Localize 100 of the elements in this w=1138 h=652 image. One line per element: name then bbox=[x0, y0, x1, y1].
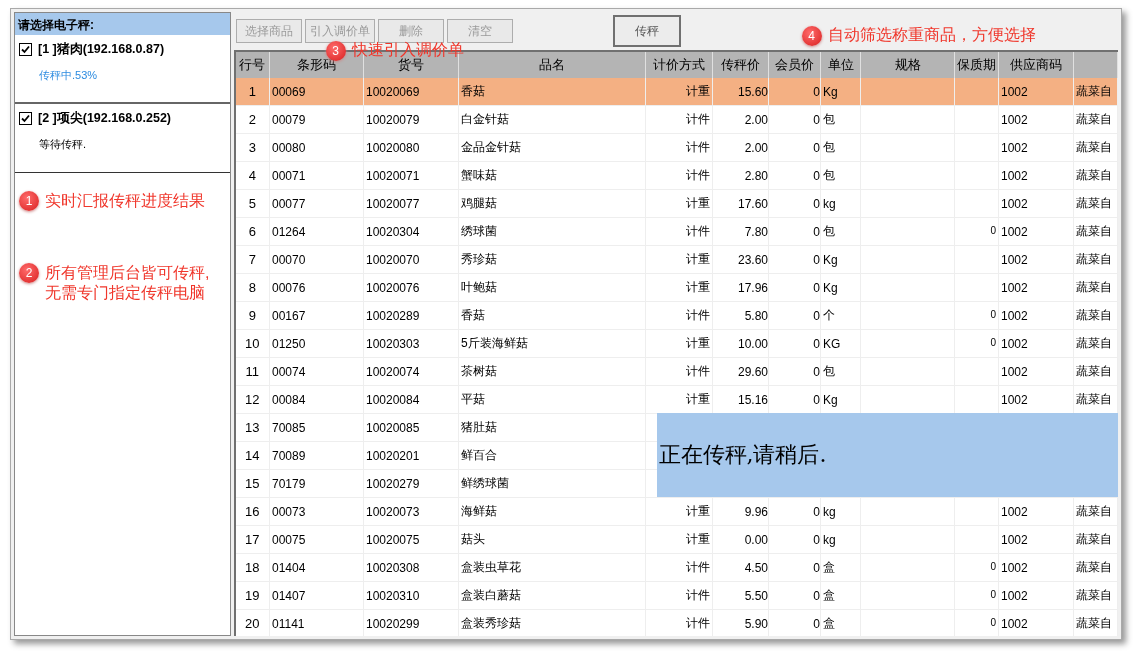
price-cell: 2.00 bbox=[744, 140, 768, 155]
table-row[interactable]: 11 00074 10020074 茶树菇 计件 29.60 0 包 1002 蔬菜自 bbox=[235, 357, 1118, 386]
price-cell: 2.00 bbox=[744, 112, 768, 127]
product-name-cell: 鲜百合 bbox=[461, 448, 497, 462]
unit-cell: 盒 bbox=[823, 560, 835, 574]
barcode-cell: 00076 bbox=[272, 280, 306, 295]
barcode-cell: 00069 bbox=[272, 84, 306, 99]
pricing-method-cell: 计件 bbox=[686, 560, 710, 574]
member-price-cell: 0 bbox=[813, 504, 820, 519]
send-button[interactable]: 传秤 bbox=[612, 15, 681, 47]
column-header[interactable]: 传秤价 bbox=[712, 52, 769, 78]
product-name-cell: 盒装秀珍菇 bbox=[461, 616, 521, 630]
product-name-cell: 猪肚菇 bbox=[461, 420, 497, 434]
table-row[interactable]: 5 00077 10020077 鸡腿菇 计重 17.60 0 kg 1002 蔬菜自 bbox=[235, 189, 1118, 218]
checkbox[interactable] bbox=[19, 43, 32, 56]
annotation-text: 实时汇报传秤进度结果 bbox=[45, 191, 205, 211]
row-number: 2 bbox=[248, 112, 256, 127]
pricing-method-cell: 计件 bbox=[686, 588, 710, 602]
scale-label: [1 ]猪肉(192.168.0.87) bbox=[38, 41, 165, 58]
price-cell: 0.00 bbox=[744, 532, 768, 547]
category-cell: 蔬菜自 bbox=[1076, 336, 1112, 350]
table-row[interactable]: 6 01264 10020304 绣球菌 计件 7.80 0 包 0 1002 蔬菜自 bbox=[235, 217, 1118, 246]
barcode-cell: 01250 bbox=[272, 336, 306, 351]
unit-cell: 包 bbox=[823, 112, 835, 126]
barcode-cell: 01264 bbox=[272, 224, 306, 239]
category-cell: 蔬菜自 bbox=[1076, 532, 1112, 546]
item-code-cell: 10020080 bbox=[366, 140, 420, 155]
shelf-life-cell: 0 bbox=[990, 308, 996, 320]
product-name-cell: 鸡腿菇 bbox=[461, 196, 497, 210]
column-header[interactable]: 计价方式 bbox=[645, 52, 713, 78]
column-header[interactable]: 会员价 bbox=[768, 52, 821, 78]
barcode-cell: 01407 bbox=[272, 588, 306, 603]
product-name-cell: 白金针菇 bbox=[461, 112, 509, 126]
column-header[interactable]: 单位 bbox=[820, 52, 861, 78]
table-row[interactable]: 17 00075 10020075 菇头 计重 0.00 0 kg 1002 蔬菜自 bbox=[235, 525, 1118, 554]
table-row[interactable]: 9 00167 10020289 香菇 计件 5.80 0 个 0 1002 蔬菜自 bbox=[235, 301, 1118, 330]
item-code-cell: 10020310 bbox=[366, 588, 420, 603]
category-cell: 蔬菜自 bbox=[1076, 280, 1112, 294]
pricing-method-cell: 计重 bbox=[686, 532, 710, 546]
table-row[interactable]: 18 01404 10020308 盒装虫草花 计件 4.50 0 盒 0 1002 蔬菜自 bbox=[235, 553, 1118, 582]
price-cell: 2.80 bbox=[744, 168, 768, 183]
unit-cell: 盒 bbox=[823, 588, 835, 602]
column-header[interactable]: 保质期 bbox=[954, 52, 999, 78]
item-code-cell: 10020077 bbox=[366, 196, 420, 211]
item-code-cell: 10020069 bbox=[366, 84, 420, 99]
unit-cell: Kg bbox=[823, 84, 838, 99]
table-row[interactable]: 7 00070 10020070 秀珍菇 计重 23.60 0 Kg 1002 蔬菜自 bbox=[235, 245, 1118, 274]
column-header[interactable]: 行号 bbox=[235, 52, 270, 78]
category-cell: 蔬菜自 bbox=[1076, 196, 1112, 210]
barcode-cell: 00080 bbox=[272, 140, 306, 155]
pricing-method-cell: 计件 bbox=[686, 616, 710, 630]
product-name-cell: 盒装白蘑菇 bbox=[461, 588, 521, 602]
row-number: 4 bbox=[248, 168, 256, 183]
unit-cell: 包 bbox=[823, 364, 835, 378]
number-badge: 1 bbox=[19, 191, 39, 211]
table-row[interactable]: 8 00076 10020076 叶鲍菇 计重 17.96 0 Kg 1002 蔬菜自 bbox=[235, 273, 1118, 302]
row-number: 19 bbox=[245, 588, 260, 603]
pricing-method-cell: 计重 bbox=[686, 336, 710, 350]
pricing-method-cell: 计件 bbox=[686, 112, 710, 126]
checkbox[interactable] bbox=[19, 112, 32, 125]
shelf-life-cell: 0 bbox=[990, 588, 996, 600]
category-cell: 蔬菜自 bbox=[1076, 308, 1112, 322]
product-name-cell: 菇头 bbox=[461, 532, 485, 546]
category-cell: 蔬菜自 bbox=[1076, 168, 1112, 182]
pricing-method-cell: 计件 bbox=[686, 308, 710, 322]
row-number: 16 bbox=[245, 504, 260, 519]
row-number: 10 bbox=[245, 336, 260, 351]
shelf-life-cell: 0 bbox=[990, 616, 996, 628]
category-cell: 蔬菜自 bbox=[1076, 560, 1112, 574]
pricing-method-cell: 计件 bbox=[686, 140, 710, 154]
supplier-code-cell: 1002 bbox=[1001, 224, 1028, 239]
item-code-cell: 10020074 bbox=[366, 364, 420, 379]
annotation-text: 所有管理后台皆可传秤, 无需专门指定传秤电脑 bbox=[45, 263, 210, 303]
member-price-cell: 0 bbox=[813, 252, 820, 267]
unit-cell: 包 bbox=[823, 224, 835, 238]
unit-cell: kg bbox=[823, 504, 836, 519]
column-header[interactable]: 规格 bbox=[860, 52, 955, 78]
table-row[interactable]: 10 01250 10020303 5斤装海鲜菇 计重 10.00 0 KG 0 1002 蔬菜自 bbox=[235, 329, 1118, 358]
supplier-code-cell: 1002 bbox=[1001, 364, 1028, 379]
member-price-cell: 0 bbox=[813, 84, 820, 99]
table-row[interactable]: 1 00069 10020069 香菇 计重 15.60 0 Kg 1002 蔬菜自 bbox=[235, 78, 1118, 106]
table-row[interactable]: 3 00080 10020080 金品金针菇 计件 2.00 0 包 1002 蔬菜自 bbox=[235, 133, 1118, 162]
item-code-cell: 10020304 bbox=[366, 224, 420, 239]
product-name-cell: 香菇 bbox=[461, 84, 485, 98]
barcode-cell: 70179 bbox=[272, 476, 306, 491]
table-row[interactable]: 20 01141 10020299 盒装秀珍菇 计件 5.90 0 盒 0 1002 蔬菜自 bbox=[235, 609, 1118, 636]
scale-status: 传秤中.53% bbox=[39, 68, 99, 83]
table-row[interactable]: 19 01407 10020310 盒装白蘑菇 计件 5.50 0 盒 0 1002 蔬菜自 bbox=[235, 581, 1118, 610]
price-cell: 9.96 bbox=[744, 504, 768, 519]
unit-cell: 包 bbox=[823, 140, 835, 154]
item-code-cell: 10020289 bbox=[366, 308, 420, 323]
category-cell: 蔬菜自 bbox=[1076, 140, 1112, 154]
row-number: 6 bbox=[248, 224, 256, 239]
table-row[interactable]: 4 00071 10020071 蟹味菇 计件 2.80 0 包 1002 蔬菜自 bbox=[235, 161, 1118, 190]
product-name-cell: 蟹味菇 bbox=[461, 168, 497, 182]
unit-cell: 盒 bbox=[823, 616, 835, 630]
price-cell: 10.00 bbox=[737, 336, 768, 351]
category-cell: 蔬菜自 bbox=[1076, 616, 1112, 630]
column-header[interactable]: 供应商码 bbox=[998, 52, 1074, 78]
table-row[interactable]: 2 00079 10020079 白金针菇 计件 2.00 0 包 1002 蔬菜自 bbox=[235, 105, 1118, 134]
